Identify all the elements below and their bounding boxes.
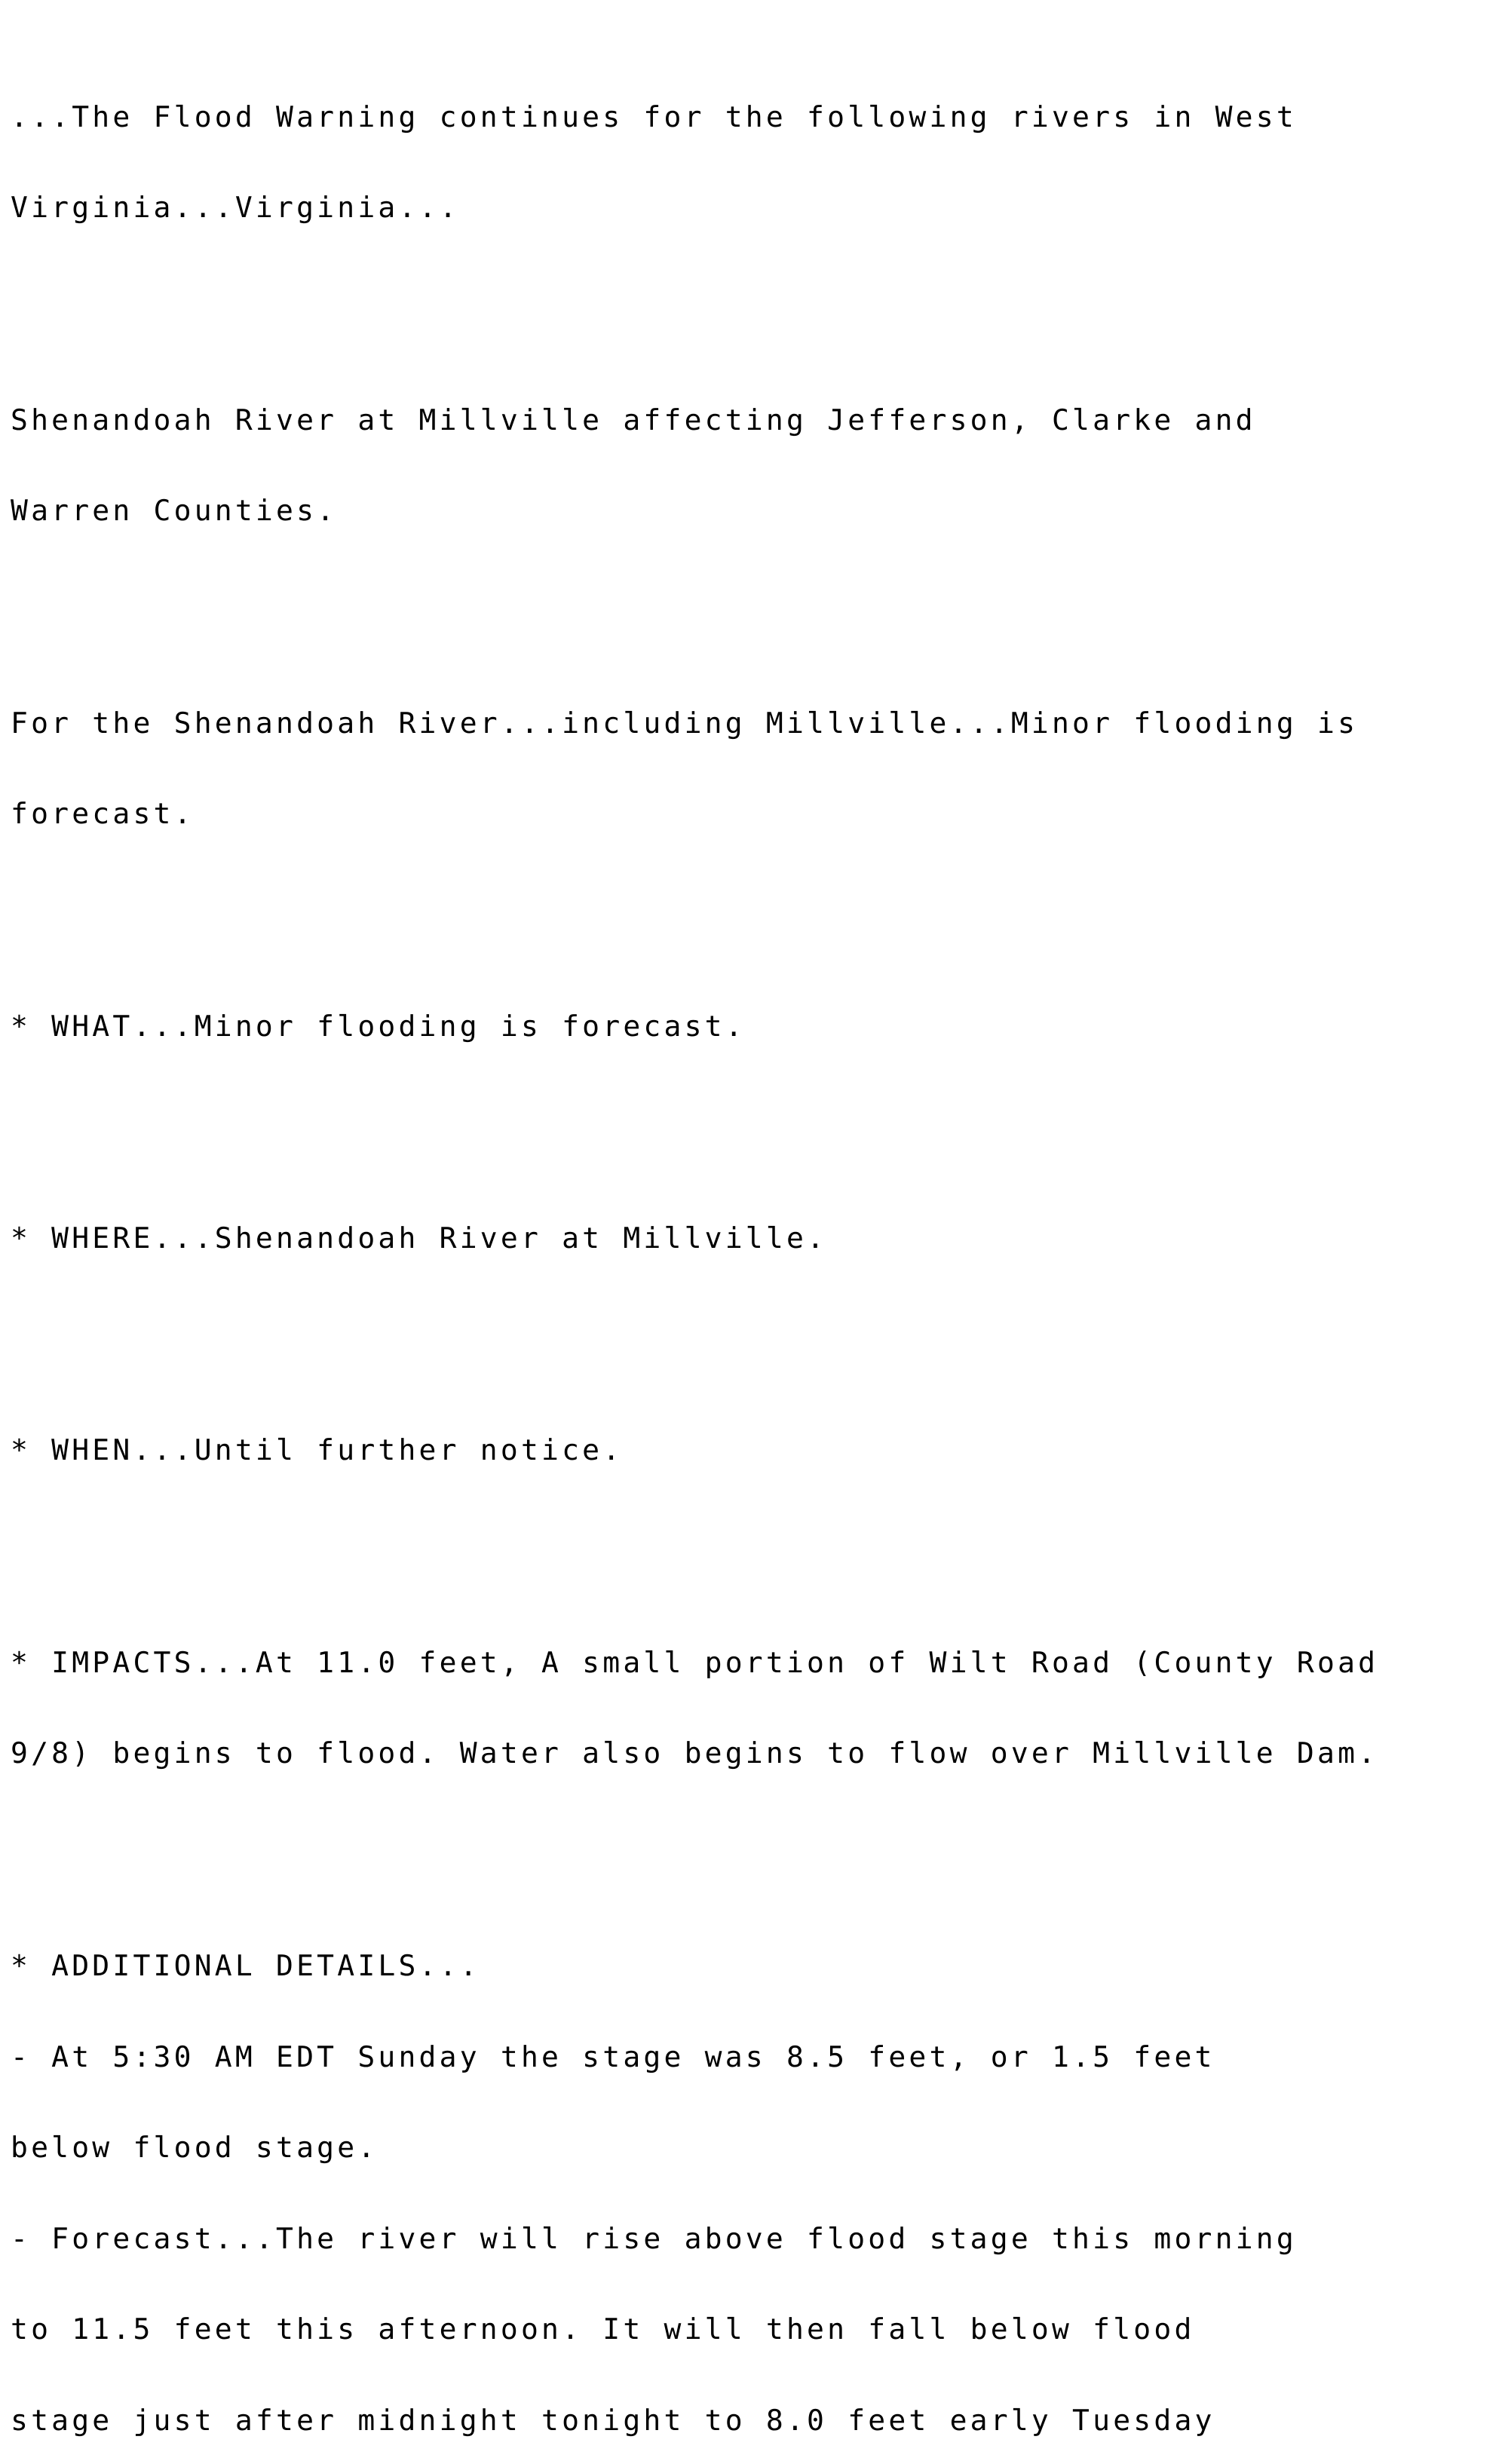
warning-text-body: ...The Flood Warning continues for the f… bbox=[11, 11, 1508, 2464]
bullet-impacts: * IMPACTS...At 11.0 feet, A small portio… bbox=[11, 1645, 1379, 1679]
text-line: ...The Flood Warning continues for the f… bbox=[11, 100, 1297, 133]
text-line: forecast. bbox=[11, 797, 195, 831]
text-line: Virginia...Virginia... bbox=[11, 191, 460, 225]
text-line: Warren Counties. bbox=[11, 494, 338, 528]
bullet-where: * WHERE...Shenandoah River at Millville. bbox=[11, 1221, 828, 1255]
text-line: stage just after midnight tonight to 8.0… bbox=[11, 2403, 1215, 2437]
text-line: For the Shenandoah River...including Mil… bbox=[11, 706, 1359, 740]
bullet-additional-details: * ADDITIONAL DETAILS... bbox=[11, 1948, 480, 1982]
text-line: below flood stage. bbox=[11, 2131, 379, 2165]
text-line: 9/8) begins to flood. Water also begins … bbox=[11, 1736, 1379, 1770]
bullet-what: * WHAT...Minor flooding is forecast. bbox=[11, 1009, 746, 1043]
detail-observed-stage: - At 5:30 AM EDT Sunday the stage was 8.… bbox=[11, 2040, 1215, 2073]
text-line: Shenandoah River at Millville affecting … bbox=[11, 403, 1256, 437]
detail-forecast: - Forecast...The river will rise above f… bbox=[11, 2221, 1297, 2255]
flood-warning-document: ...The Flood Warning continues for the f… bbox=[0, 0, 1508, 2435]
text-line: to 11.5 feet this afternoon. It will the… bbox=[11, 2312, 1195, 2346]
bullet-when: * WHEN...Until further notice. bbox=[11, 1433, 624, 1467]
